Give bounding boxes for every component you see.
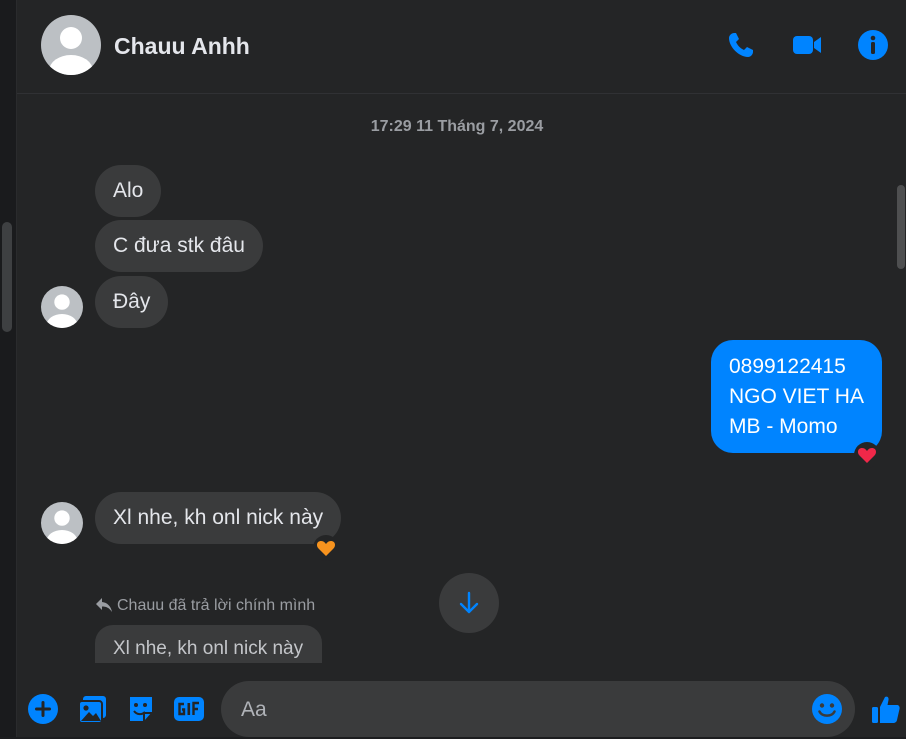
- chat-header: Chauu Anhh: [17, 0, 906, 94]
- contact-name[interactable]: Chauu Anhh: [114, 33, 250, 60]
- incoming-message[interactable]: Đây: [95, 276, 169, 328]
- emoji-icon[interactable]: [811, 693, 843, 725]
- conversation-timestamp: 17:29 11 Tháng 7, 2024: [370, 118, 544, 135]
- reaction-heart-orange[interactable]: [313, 535, 339, 561]
- left-panel-edge: [0, 0, 17, 737]
- quoted-message[interactable]: Xl nhe, kh onl nick này: [95, 625, 322, 663]
- incoming-message[interactable]: Xl nhe, kh onl nick này: [95, 492, 342, 544]
- like-icon[interactable]: [870, 693, 902, 725]
- message-scrollbar[interactable]: [897, 185, 905, 269]
- contact-avatar[interactable]: [41, 15, 101, 75]
- arrow-down-icon: [459, 591, 479, 614]
- message-list[interactable]: 17:29 11 Tháng 7, 2024 Alo C đưa stk đâu…: [17, 95, 889, 663]
- message-input-container[interactable]: [221, 681, 855, 739]
- add-icon[interactable]: [27, 693, 59, 725]
- reaction-heart-red[interactable]: [854, 442, 880, 468]
- info-icon[interactable]: [857, 29, 889, 61]
- outgoing-message-line: 0899122415: [729, 355, 846, 378]
- message-input[interactable]: [239, 681, 803, 739]
- reply-indicator: Chauu đã trả lời chính mình: [95, 597, 315, 615]
- gif-icon[interactable]: [173, 693, 205, 725]
- phone-icon[interactable]: [725, 29, 757, 61]
- reply-icon: [96, 598, 112, 612]
- outgoing-message[interactable]: 0899122415 NGO VIET HA MB - Momo: [711, 340, 882, 453]
- video-camera-icon[interactable]: [791, 29, 823, 61]
- message-composer: [17, 663, 906, 739]
- outgoing-message-line: NGO VIET HA: [729, 385, 864, 408]
- photo-icon[interactable]: [77, 693, 109, 725]
- sticker-icon[interactable]: [125, 693, 157, 725]
- incoming-message[interactable]: C đưa stk đâu: [95, 220, 263, 272]
- reply-label: Chauu đã trả lời chính mình: [117, 597, 316, 614]
- sender-avatar[interactable]: [41, 286, 83, 328]
- sender-avatar[interactable]: [41, 502, 83, 544]
- left-scrollbar[interactable]: [2, 222, 12, 332]
- outgoing-message-line: MB - Momo: [729, 415, 838, 438]
- chat-window: Chauu Anhh 17:29 11 Tháng 7, 2024 Alo C …: [17, 0, 906, 739]
- incoming-message[interactable]: Alo: [95, 165, 162, 217]
- scroll-to-bottom-button[interactable]: [439, 573, 499, 633]
- heart-icon: [316, 540, 336, 556]
- heart-icon: [857, 447, 877, 463]
